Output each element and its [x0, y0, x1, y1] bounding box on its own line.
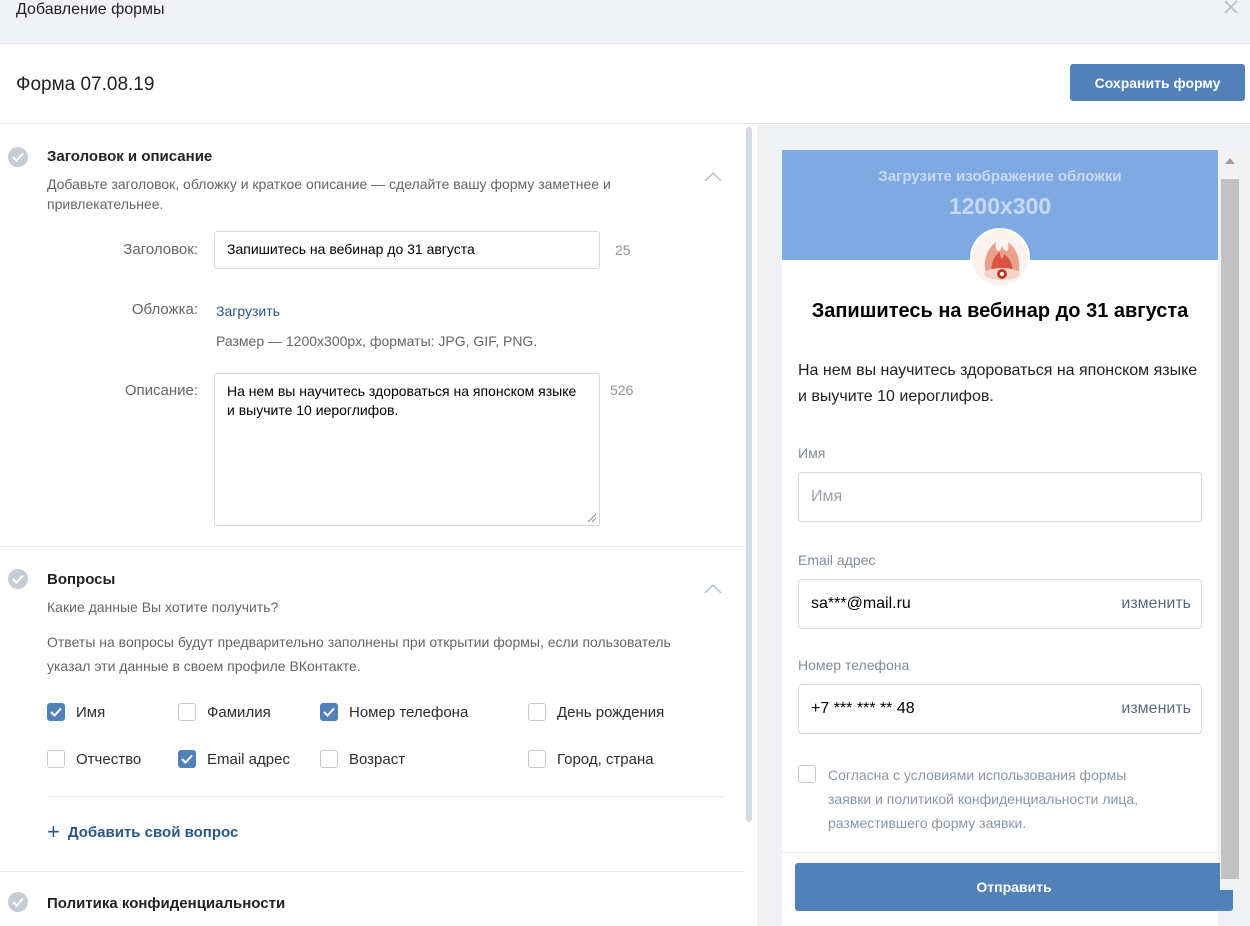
chevron-up-icon[interactable]	[703, 583, 723, 595]
community-logo-icon	[972, 230, 1028, 286]
preview-scrollbar[interactable]	[1220, 150, 1240, 890]
preview-description: На нем вы научитесь здороваться на японс…	[798, 362, 1198, 405]
checkbox-unchecked-icon[interactable]	[528, 750, 546, 768]
title-field-label: Заголовок:	[123, 241, 198, 258]
question-option[interactable]: День рождения	[528, 701, 664, 723]
section-title: Заголовок и описание	[47, 148, 213, 165]
question-option-label: Отчество	[76, 750, 142, 768]
question-option-label: Возраст	[349, 750, 406, 768]
cover-field-label: Обложка:	[131, 301, 198, 318]
question-option-label: Фамилия	[207, 703, 271, 721]
title-char-counter: 25	[615, 242, 631, 258]
section-status-check-icon	[8, 892, 28, 912]
agreement-checkbox[interactable]: Согласна с условиями использования формы…	[798, 763, 1173, 835]
name-placeholder: Имя	[811, 488, 843, 505]
field-label: Имя	[798, 445, 826, 461]
checkbox-checked-icon[interactable]	[178, 750, 196, 768]
save-form-button[interactable]: Сохранить форму	[1070, 64, 1245, 101]
section-status-check-icon	[8, 569, 28, 589]
section-subtitle: Какие данные Вы хотите получить?	[47, 599, 279, 615]
scrollbar-thumb[interactable]	[1221, 179, 1239, 879]
description-text: На нем вы научитесь здороваться на японс…	[227, 383, 577, 418]
change-phone-link[interactable]: изменить	[1121, 700, 1191, 718]
left-scrollbar[interactable]	[746, 127, 752, 822]
modal-title-bar: Добавление формы	[0, 0, 1250, 44]
questions-note: Ответы на вопросы будут предварительно з…	[47, 634, 671, 674]
question-option[interactable]: Город, страна	[528, 748, 654, 770]
submit-button[interactable]: Отправить	[795, 863, 1233, 911]
form-preview-panel: Загрузите изображение обложки 1200x300 З…	[757, 125, 1250, 926]
question-option[interactable]: Email адрес	[178, 748, 290, 770]
question-option-label: День рождения	[557, 703, 665, 721]
close-icon[interactable]	[1222, 0, 1240, 18]
field-label: Номер телефона	[798, 657, 910, 673]
community-avatar	[970, 228, 1030, 288]
question-option[interactable]: Фамилия	[178, 701, 271, 723]
chevron-up-icon[interactable]	[703, 171, 723, 183]
question-option-label: Email адрес	[207, 750, 290, 768]
modal-title: Добавление формы	[16, 1, 165, 18]
checkbox-unchecked-icon[interactable]	[798, 765, 816, 783]
cover-format-hint: Размер — 1200x300px, форматы: JPG, GIF, …	[216, 333, 538, 349]
form-name: Форма 07.08.19	[16, 74, 155, 95]
cover-upload-hint: Загрузите изображение обложки	[878, 168, 1122, 185]
preview-card: Загрузите изображение обложки 1200x300 З…	[782, 150, 1233, 926]
section-title: Политика конфиденциальности	[47, 895, 286, 912]
section-title: Вопросы	[47, 571, 116, 588]
title-input[interactable]: Запишитесь на вебинар до 31 августа	[214, 231, 600, 269]
description-field-label: Описание:	[124, 382, 198, 399]
checkbox-checked-icon[interactable]	[47, 703, 65, 721]
checkbox-unchecked-icon[interactable]	[47, 750, 65, 768]
question-option-label: Номер телефона	[349, 703, 469, 721]
cover-size-hint: 1200x300	[948, 193, 1052, 219]
question-option-label: Город, страна	[557, 750, 654, 768]
section-status-check-icon	[8, 147, 28, 167]
question-option[interactable]: Отчество	[47, 748, 141, 770]
email-input[interactable]: sa***@mail.ru изменить	[798, 579, 1202, 629]
email-value: sa***@mail.ru	[811, 595, 911, 612]
checkbox-checked-icon[interactable]	[320, 703, 338, 721]
section-description: Добавьте заголовок, обложку и краткое оп…	[47, 176, 611, 212]
description-char-counter: 526	[610, 382, 634, 398]
question-option[interactable]: Возраст	[320, 748, 405, 770]
add-question-label: Добавить свой вопрос	[67, 823, 239, 841]
section-title-description: Заголовок и описание Добавьте заголовок,…	[0, 125, 745, 547]
question-option[interactable]: Имя	[47, 701, 105, 723]
scroll-up-arrow-icon[interactable]	[1225, 158, 1235, 164]
phone-input[interactable]: +7 *** *** ** 48 изменить	[798, 684, 1202, 734]
resize-handle-icon[interactable]	[585, 511, 597, 523]
form-editor-panel: Заголовок и описание Добавьте заголовок,…	[0, 125, 757, 926]
checkbox-unchecked-icon[interactable]	[528, 703, 546, 721]
question-option[interactable]: Номер телефона	[320, 701, 468, 723]
plus-icon: +	[47, 819, 60, 844]
agreement-text: Согласна с условиями использования формы…	[828, 767, 1139, 831]
preview-title: Запишитесь на вебинар до 31 августа	[811, 300, 1189, 322]
checkbox-unchecked-icon[interactable]	[320, 750, 338, 768]
form-header: Форма 07.08.19 Сохранить форму	[0, 44, 1250, 124]
change-email-link[interactable]: изменить	[1121, 595, 1191, 613]
phone-value: +7 *** *** ** 48	[811, 700, 915, 717]
question-option-label: Имя	[76, 703, 106, 721]
field-label: Email адрес	[798, 552, 876, 568]
upload-cover-link[interactable]: Загрузить	[216, 303, 280, 319]
add-custom-question-button[interactable]: + Добавить свой вопрос	[47, 819, 239, 844]
preview-footer: Отправить	[782, 852, 1233, 926]
questions-divider	[47, 796, 724, 797]
section-privacy: Политика конфиденциальности	[0, 872, 745, 926]
description-textarea[interactable]: На нем вы научитесь здороваться на японс…	[214, 373, 600, 526]
checkbox-unchecked-icon[interactable]	[178, 703, 196, 721]
name-input[interactable]: Имя	[798, 472, 1202, 522]
